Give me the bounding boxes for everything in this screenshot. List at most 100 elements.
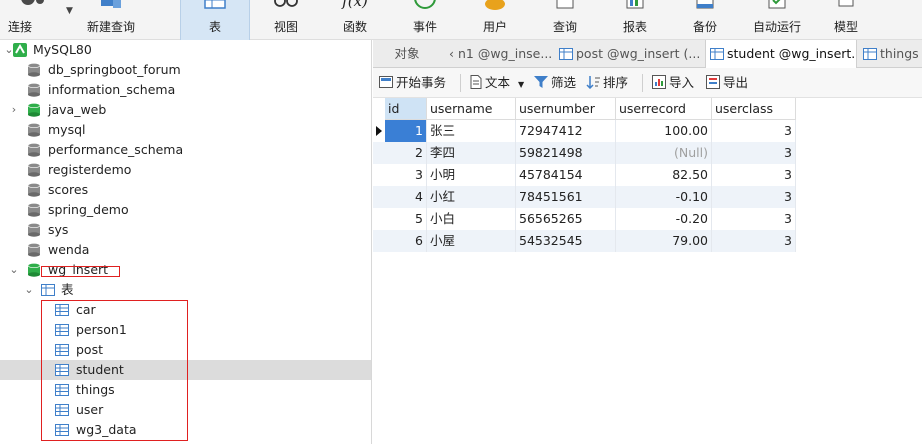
tree-database-registerdemo[interactable]: registerdemo bbox=[0, 160, 371, 180]
tree-database-scores[interactable]: scores bbox=[0, 180, 371, 200]
cell-username[interactable]: 小红 bbox=[427, 186, 516, 208]
tree-database-information_schema[interactable]: information_schema bbox=[0, 80, 371, 100]
column-header-userrecord[interactable]: userrecord bbox=[616, 98, 712, 120]
cell-username[interactable]: 小屋 bbox=[427, 230, 516, 252]
chevron-left-icon[interactable]: ‹ bbox=[449, 46, 454, 61]
cell-id[interactable]: 4 bbox=[385, 186, 427, 208]
cell-userrecord[interactable]: -0.20 bbox=[616, 208, 712, 230]
chevron-down-icon[interactable]: ▼ bbox=[518, 80, 524, 89]
tree-database-db_springboot_forum[interactable]: db_springboot_forum bbox=[0, 60, 371, 80]
main-toolbar: ▼ 连接 新建查询 表 视图 f(x) 函数 事件 用户 查询 报表 备份 自动… bbox=[0, 0, 922, 40]
cell-userclass[interactable]: 3 bbox=[712, 120, 796, 142]
toolbar-label: 事件 bbox=[412, 20, 437, 34]
cell-username[interactable]: 小白 bbox=[427, 208, 516, 230]
cell-usernumber[interactable]: 72947412 bbox=[516, 120, 616, 142]
table-row[interactable]: 3 小明 45784154 82.50 3 bbox=[373, 164, 796, 186]
user-button[interactable]: 用户 bbox=[466, 0, 524, 40]
navicat-window: ▼ 连接 新建查询 表 视图 f(x) 函数 事件 用户 查询 报表 备份 自动… bbox=[0, 0, 922, 444]
text-button[interactable]: 文本 ▼ bbox=[470, 74, 524, 92]
column-header-usernumber[interactable]: usernumber bbox=[516, 98, 616, 120]
button-label: 导出 bbox=[723, 75, 749, 90]
tree-database-wenda[interactable]: wenda bbox=[0, 240, 371, 260]
chevron-down-icon[interactable]: ▼ bbox=[66, 6, 73, 16]
toolbar-label: 报表 bbox=[622, 20, 647, 34]
cell-username[interactable]: 小明 bbox=[427, 164, 516, 186]
cell-userclass[interactable]: 3 bbox=[712, 230, 796, 252]
cell-usernumber[interactable]: 78451561 bbox=[516, 186, 616, 208]
event-button[interactable]: 事件 bbox=[396, 0, 454, 40]
cell-userclass[interactable]: 3 bbox=[712, 164, 796, 186]
cell-username[interactable]: 李四 bbox=[427, 142, 516, 164]
cell-id[interactable]: 3 bbox=[385, 164, 427, 186]
database-icon bbox=[27, 203, 41, 217]
tree-label: MySQL80 bbox=[33, 42, 92, 57]
table-row[interactable]: 2 李四 59821498 (Null) 3 bbox=[373, 142, 796, 164]
toolbar-label: 模型 bbox=[833, 20, 858, 34]
tree-database-java_web[interactable]: › java_web bbox=[0, 100, 371, 120]
table-button[interactable]: 表 bbox=[180, 0, 250, 40]
cell-id[interactable]: 2 bbox=[385, 142, 427, 164]
tree-database-sys[interactable]: sys bbox=[0, 220, 371, 240]
tab-label: things @ bbox=[880, 46, 922, 61]
new-query-button[interactable]: 新建查询 bbox=[80, 0, 142, 40]
cell-usernumber[interactable]: 54532545 bbox=[516, 230, 616, 252]
table-icon bbox=[710, 47, 724, 60]
auto-run-button[interactable]: 自动运行 bbox=[746, 0, 808, 40]
tree-database-performance_schema[interactable]: performance_schema bbox=[0, 140, 371, 160]
separator bbox=[460, 74, 461, 92]
cell-userrecord[interactable]: 79.00 bbox=[616, 230, 712, 252]
import-icon bbox=[652, 75, 666, 89]
export-icon bbox=[706, 75, 720, 89]
column-header-userclass[interactable]: userclass bbox=[712, 98, 796, 120]
tab-objects[interactable]: 对象 bbox=[373, 40, 441, 68]
query-button[interactable]: 查询 bbox=[536, 0, 594, 40]
import-button[interactable]: 导入 bbox=[652, 74, 694, 92]
cell-userclass[interactable]: 3 bbox=[712, 186, 796, 208]
view-button[interactable]: 视图 bbox=[258, 0, 314, 40]
sort-button[interactable]: 排序 bbox=[586, 74, 628, 92]
cell-userrecord[interactable]: -0.10 bbox=[616, 186, 712, 208]
table-row[interactable]: 1 张三 72947412 100.00 3 bbox=[373, 120, 796, 142]
cell-usernumber[interactable]: 45784154 bbox=[516, 164, 616, 186]
tree-database-mysql[interactable]: mysql bbox=[0, 120, 371, 140]
cell-userrecord[interactable]: (Null) bbox=[616, 142, 712, 164]
chevron-right-icon[interactable]: › bbox=[8, 100, 20, 120]
function-icon: f(x) bbox=[342, 0, 368, 10]
tree-connection-mysql80[interactable]: ⌄ MySQL80 bbox=[0, 40, 371, 60]
tab-post[interactable]: post @wg_insert (... bbox=[555, 40, 703, 68]
report-button[interactable]: 报表 bbox=[606, 0, 664, 40]
backup-button[interactable]: 备份 bbox=[676, 0, 734, 40]
export-button[interactable]: 导出 bbox=[706, 74, 748, 92]
tree-tables-folder[interactable]: ⌄ 表 bbox=[0, 280, 371, 300]
tree-label: db_springboot_forum bbox=[48, 62, 181, 77]
cell-username[interactable]: 张三 bbox=[427, 120, 516, 142]
toolbar-label: 视图 bbox=[273, 20, 298, 34]
cell-id[interactable]: 6 bbox=[385, 230, 427, 252]
table-row[interactable]: 6 小屋 54532545 79.00 3 bbox=[373, 230, 796, 252]
filter-button[interactable]: 筛选 bbox=[534, 74, 576, 92]
tab-student[interactable]: student @wg_insert... bbox=[705, 40, 857, 69]
cell-userrecord[interactable]: 100.00 bbox=[616, 120, 712, 142]
cell-id[interactable]: 5 bbox=[385, 208, 427, 230]
cell-userclass[interactable]: 3 bbox=[712, 208, 796, 230]
column-header-username[interactable]: username bbox=[427, 98, 516, 120]
cell-id[interactable]: 1 bbox=[385, 120, 427, 142]
begin-transaction-button[interactable]: 开始事务 bbox=[379, 74, 446, 92]
table-row[interactable]: 4 小红 78451561 -0.10 3 bbox=[373, 186, 796, 208]
table-row[interactable]: 5 小白 56565265 -0.20 3 bbox=[373, 208, 796, 230]
chevron-down-icon[interactable]: ⌄ bbox=[23, 280, 35, 300]
chevron-down-icon[interactable]: ⌄ bbox=[8, 260, 20, 280]
cell-usernumber[interactable]: 56565265 bbox=[516, 208, 616, 230]
function-button[interactable]: f(x) 函数 bbox=[326, 0, 384, 40]
cell-userrecord[interactable]: 82.50 bbox=[616, 164, 712, 186]
cell-userclass[interactable]: 3 bbox=[712, 142, 796, 164]
tab-n1[interactable]: ‹ n1 @wg_inse... bbox=[445, 40, 553, 68]
tree-database-spring_demo[interactable]: spring_demo bbox=[0, 200, 371, 220]
tab-bar: 对象 ‹ n1 @wg_inse... post @wg_insert (...… bbox=[373, 40, 922, 69]
connection-button[interactable]: ▼ 连接 bbox=[0, 0, 73, 40]
column-header-id[interactable]: id bbox=[385, 98, 427, 120]
tree-label: wenda bbox=[48, 242, 90, 257]
tab-things[interactable]: things @ bbox=[859, 40, 922, 68]
model-button[interactable]: 模型 bbox=[818, 0, 874, 40]
cell-usernumber[interactable]: 59821498 bbox=[516, 142, 616, 164]
